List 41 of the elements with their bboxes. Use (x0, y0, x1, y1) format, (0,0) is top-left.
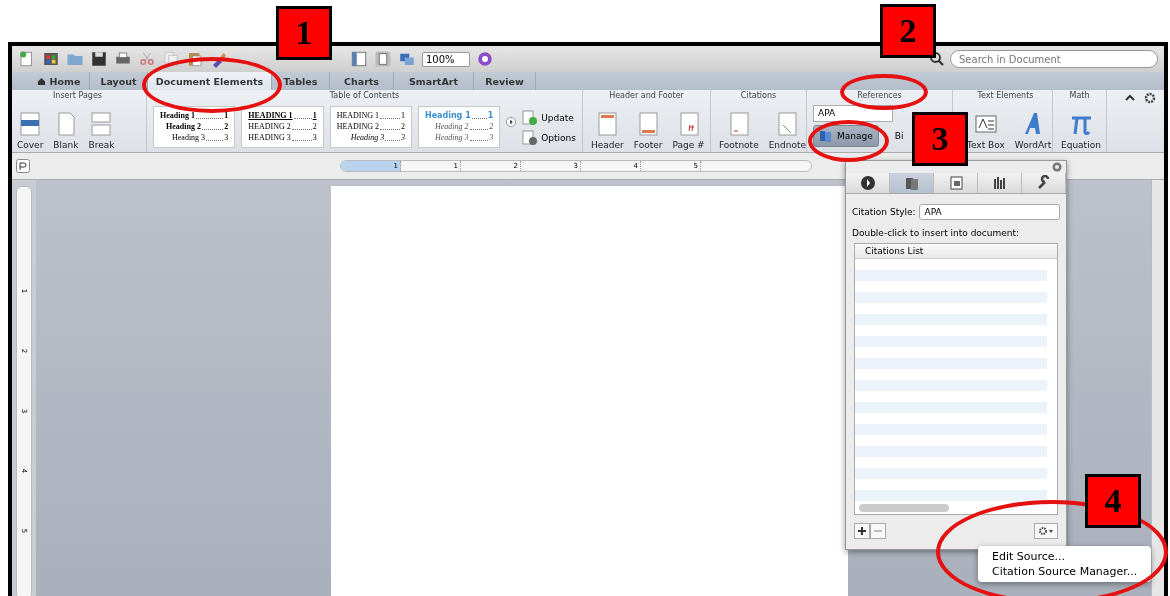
ribbon-button[interactable]: Cover (15, 111, 46, 150)
ribbon-button[interactable]: Blank (51, 111, 81, 150)
toc-style-thumbnail[interactable]: HEADING 1 1 HEADING 2 2 HEADING 3 3 (241, 106, 324, 148)
menu-item[interactable]: Edit Source... (978, 549, 1152, 564)
step-number-label: 3 (912, 112, 968, 166)
ribbon-button[interactable]: Footnote (717, 111, 761, 150)
zoom-field[interactable]: 100% (422, 51, 470, 67)
group-title: Header and Footer (608, 90, 685, 102)
ribbon-button[interactable]: Text Box (965, 111, 1007, 150)
ribbon-button[interactable]: Header (589, 111, 626, 150)
search-field[interactable]: Search in Document (950, 50, 1158, 68)
ribbon-button[interactable]: Break (86, 111, 117, 150)
toc-style-thumbnail[interactable]: Heading 1 1 Heading 2 2 Heading 3 3 (153, 106, 236, 148)
group-title: Math (1068, 90, 1091, 102)
step-number-label: 4 (1085, 474, 1141, 528)
manage-button[interactable]: Manage (813, 125, 879, 147)
toc-style-thumbnail[interactable]: HEADING 1 1 HEADING 2 2 Heading 3 3 (329, 106, 412, 148)
ribbon-button[interactable]: Options (522, 130, 576, 146)
ribbon-button[interactable]: Bi (894, 131, 904, 141)
step-number-label: 1 (276, 6, 332, 60)
group-title: Text Elements (976, 90, 1035, 102)
instruction-text: Double-click to insert into document: (851, 228, 1021, 240)
column-header[interactable]: Citations List (855, 244, 1057, 259)
group-title: Table of Contents (328, 90, 401, 102)
style-select[interactable]: APA (813, 105, 893, 122)
ribbon-button[interactable]: Update (522, 110, 576, 126)
toc-style-thumbnail[interactable]: Heading 1 1 Heading 2 2 Heading 3 3 (417, 106, 501, 148)
group-title: Citations (739, 90, 778, 102)
ribbon-tab[interactable]: Document Elements (148, 72, 272, 90)
ribbon-button[interactable]: Page # (670, 111, 707, 150)
ribbon-button[interactable]: WordArt (1012, 111, 1054, 150)
citations-list[interactable]: Citations List (854, 243, 1058, 515)
citation-style-select[interactable]: APA (918, 204, 1060, 220)
ribbon-button[interactable]: Endnote (766, 111, 809, 150)
ribbon-button[interactable]: Footer (631, 111, 665, 150)
style-label: Citation Style: (852, 207, 916, 217)
group-title: Insert Pages (52, 90, 103, 102)
ribbon-button[interactable]: Equation (1059, 111, 1103, 150)
group-title: References (856, 90, 903, 102)
step-number-label: 2 (880, 4, 936, 58)
menu-item[interactable]: Citation Source Manager... (978, 564, 1152, 579)
